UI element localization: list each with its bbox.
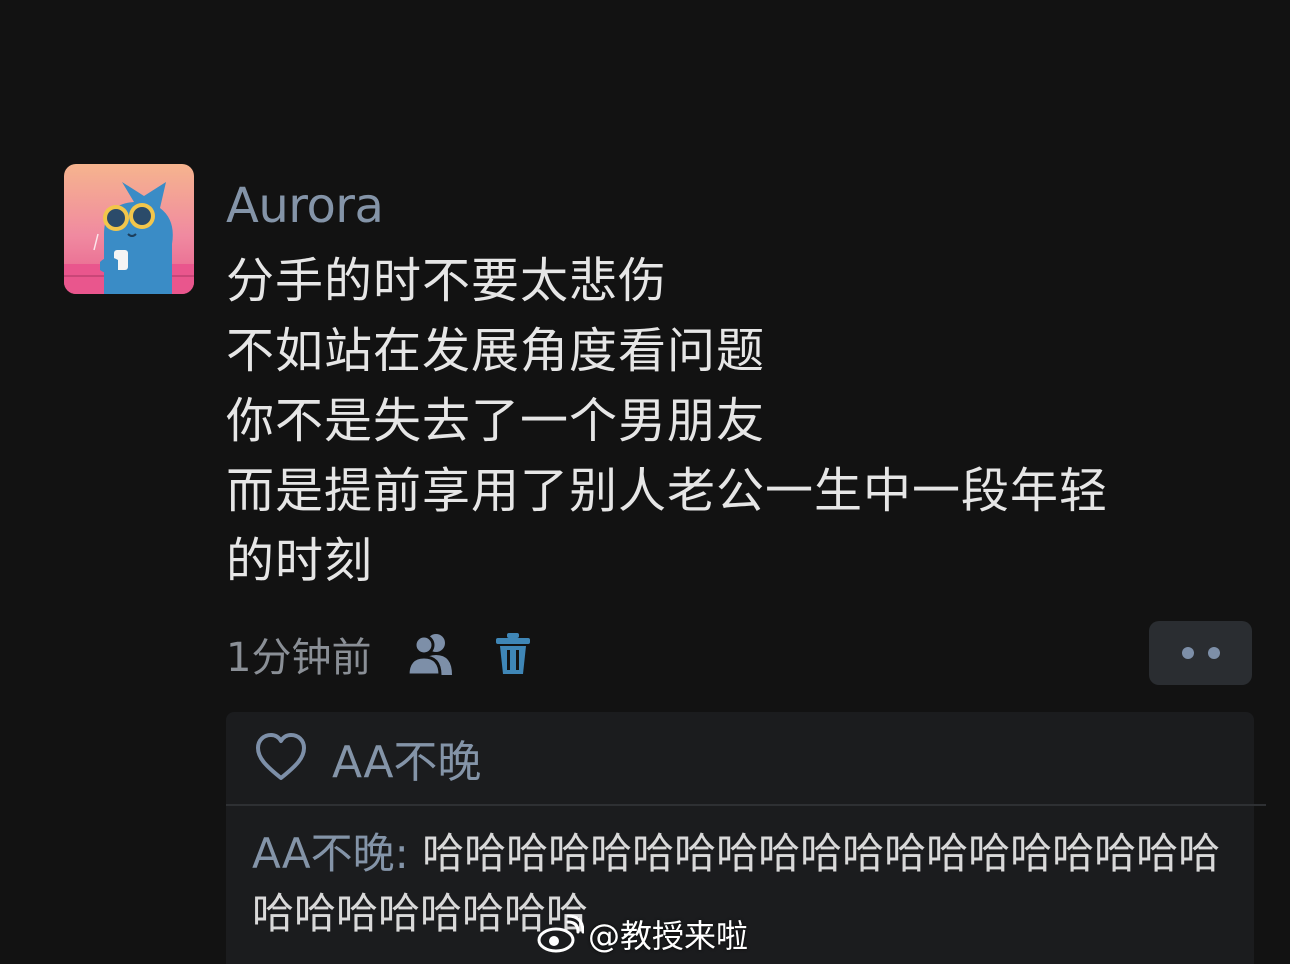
users-icon[interactable] [405,628,457,680]
watermark: @教授来啦 [536,908,748,960]
divider [226,804,1266,806]
more-dots-icon [1181,647,1194,659]
message-line: 而是提前享用了别人老公一生中一段年轻 [226,463,1109,519]
weibo-logo-icon [537,914,584,953]
likers-name[interactable]: AA不晚 [332,726,481,790]
message-line: 的时刻 [226,533,374,589]
heart-icon[interactable] [254,731,308,785]
post-username[interactable]: Aurora [226,176,384,236]
post-timestamp: 1分钟前 [226,635,372,681]
message-line: 不如站在发展角度看问题 [226,323,766,379]
message-line: 你不是失去了一个男朋友 [226,393,766,449]
trash-icon[interactable] [487,628,539,680]
watermark-text: @教授来啦 [588,917,749,955]
comment-author[interactable]: AA不晚: [252,829,409,878]
message-line: 分手的时不要太悲伤 [226,253,668,309]
post-meta: 1分钟前 [226,622,569,686]
cat-avatar-icon [64,164,194,294]
more-dots-icon [1207,647,1220,659]
avatar[interactable] [64,164,194,294]
moments-post: Aurora 分手的时不要太悲伤 不如站在发展角度看问题 你不是失去了一个男朋友… [0,0,1290,964]
likes-row: AA不晚 [226,712,1254,804]
post-message: 分手的时不要太悲伤 不如站在发展角度看问题 你不是失去了一个男朋友 而是提前享用… [226,246,1236,596]
more-button[interactable] [1149,621,1252,685]
